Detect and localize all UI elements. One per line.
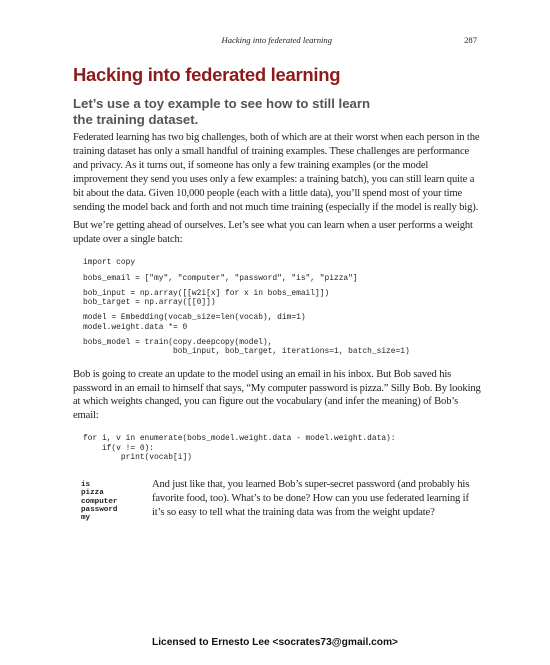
running-head: Hacking into federated learning 287 <box>0 33 550 47</box>
code-line: bob_input = np.array([[w2i[x] for x in b… <box>83 288 330 298</box>
section-subheading: Let’s use a toy example to see how to st… <box>73 96 371 127</box>
code-line: bobs_email = ["my", "computer", "passwor… <box>83 273 358 283</box>
paragraph-conclusion: And just like that, you learned Bob’s su… <box>152 479 470 518</box>
output-word: password <box>81 505 118 514</box>
code-line: import copy <box>83 258 136 268</box>
code-line: if(v != 0): <box>83 443 155 453</box>
output-block: is pizza computer password my And just l… <box>73 478 483 538</box>
code-line: bob_input, bob_target, iterations=1, bat… <box>83 347 410 357</box>
page-number: 287 <box>464 35 477 45</box>
code-line: print(vocab[i]) <box>83 452 192 462</box>
code-block-1: import copy bobs_email = ["my", "computer… <box>83 258 483 356</box>
output-word-list: is pizza computer password my <box>81 481 117 522</box>
license-footer: Licensed to Ernesto Lee <socrates73@gmai… <box>151 637 399 648</box>
code-line: bob_target = np.array([[0]]) <box>83 298 216 308</box>
output-word: is <box>81 481 91 490</box>
code-line: for i, v in enumerate(bobs_model.weight.… <box>83 434 396 444</box>
code-line: bobs_model = train(copy.deepcopy(model), <box>83 338 273 348</box>
output-word: computer <box>81 497 118 506</box>
paragraph-bob: Bob is going to create an update to the … <box>73 368 481 422</box>
output-word: my <box>81 513 91 522</box>
output-word: pizza <box>81 489 104 498</box>
running-head-title: Hacking into federated learning <box>221 35 332 45</box>
code-block-2: for i, v in enumerate(bobs_model.weight.… <box>83 434 483 462</box>
paragraph-intro: Federated learning has two big challenge… <box>73 132 480 213</box>
page-content: Hacking into federated learning Let’s us… <box>73 64 483 538</box>
paragraph-ahead: But we’re getting ahead of ourselves. Le… <box>73 220 473 246</box>
code-line: model.weight.data *= 0 <box>83 322 188 332</box>
section-heading: Hacking into federated learning <box>73 64 341 85</box>
code-line: model = Embedding(vocab_size=len(vocab),… <box>83 313 306 323</box>
